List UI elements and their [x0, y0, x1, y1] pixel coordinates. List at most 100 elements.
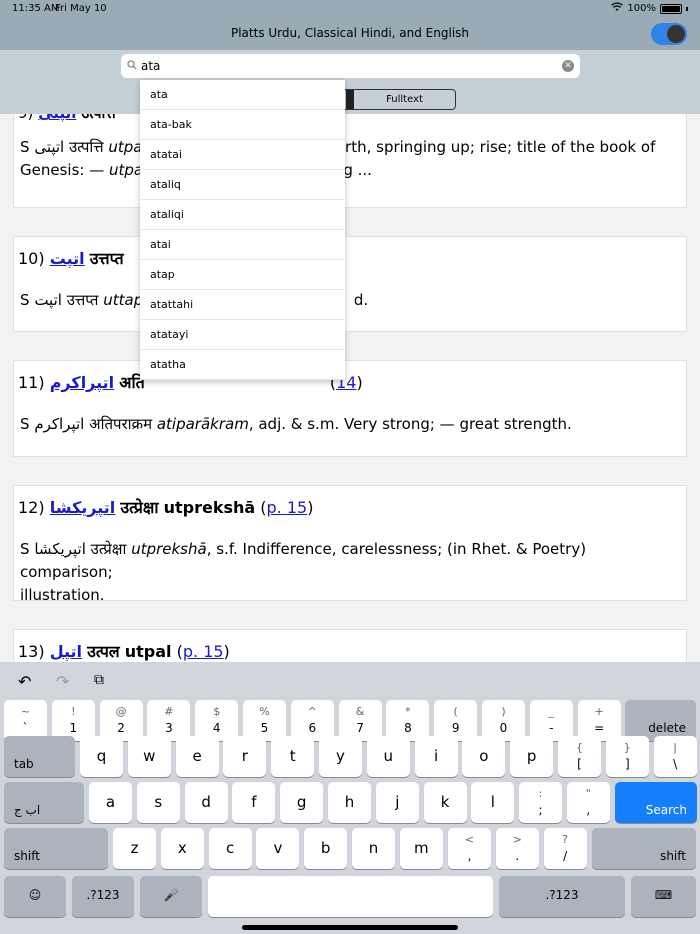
clear-icon[interactable]: ✕ — [562, 60, 574, 72]
emoji-icon: ☺ — [28, 888, 42, 902]
paste-icon[interactable]: ⧉ — [94, 672, 104, 688]
suggestion-item[interactable]: atattahi — [140, 290, 345, 320]
language-label: اب ج — [14, 803, 41, 817]
key-z[interactable]: z — [113, 828, 156, 869]
key-x[interactable]: x — [160, 828, 204, 869]
key-m[interactable]: m — [399, 828, 443, 869]
key-label: z — [130, 839, 139, 857]
key-o[interactable]: o — [462, 736, 506, 777]
app-title: Platts Urdu, Classical Hindi, and Englis… — [230, 26, 470, 40]
key-c[interactable]: c — [208, 828, 252, 869]
key-shift-label: # — [164, 705, 174, 718]
segment-fulltext[interactable]: Fulltext — [354, 90, 455, 109]
key-a[interactable]: a — [89, 782, 132, 823]
suggestion-item[interactable]: ataliqi — [140, 200, 345, 230]
key-\[interactable]: | \ — [653, 736, 697, 777]
key-h[interactable]: h — [328, 782, 371, 823]
key-sym4-0[interactable]: <, — [448, 828, 491, 869]
numbers-key-right[interactable]: .?123 — [499, 876, 625, 917]
search-field[interactable]: ✕ — [121, 54, 580, 78]
key-n[interactable]: n — [352, 828, 395, 869]
suggestion-item[interactable]: ata-bak — [140, 110, 345, 140]
key-q[interactable]: q — [80, 736, 123, 777]
key-label: g — [296, 793, 307, 811]
key-0[interactable]: ) 0 — [482, 700, 525, 741]
key-=[interactable]: + = — [577, 700, 621, 741]
suggestion-item[interactable]: ataliq — [140, 170, 345, 200]
key-4[interactable]: $4 — [195, 700, 239, 741]
shift-right-key[interactable]: shift — [592, 828, 696, 869]
key-u[interactable]: u — [366, 736, 410, 777]
emoji-key[interactable]: ☺ — [4, 876, 66, 917]
shift-label: shift — [660, 849, 686, 863]
search-input[interactable] — [141, 57, 541, 75]
tab-label: tab — [14, 757, 34, 771]
page-link[interactable]: p. 15 — [183, 642, 224, 661]
key-sym-0[interactable]: :; — [519, 782, 562, 823]
key-sym-1[interactable]: ", — [566, 782, 610, 823]
key-1[interactable]: ! 1 — [51, 700, 95, 741]
key-f[interactable]: f — [232, 782, 276, 823]
key-l[interactable]: l — [471, 782, 515, 823]
key-2[interactable]: @2 — [99, 700, 143, 741]
key-`[interactable]: ~ ` — [4, 700, 47, 741]
key-label: a — [105, 793, 116, 811]
key-3[interactable]: #3 — [147, 700, 191, 741]
shift-left-key[interactable]: shift — [4, 828, 108, 869]
entry-urdu-link[interactable]: اتپل — [50, 642, 82, 661]
suggestion-item[interactable]: atatayi — [140, 320, 345, 350]
key-shift-label: } — [623, 741, 631, 754]
key-label: n — [368, 839, 379, 857]
suggestion-item[interactable]: ata — [140, 80, 345, 110]
key-label: j — [395, 793, 400, 811]
entry-urdu-link[interactable]: اتپریکشا — [50, 498, 116, 517]
key-p[interactable]: p — [510, 736, 554, 777]
key-shift-label: ( — [453, 705, 458, 718]
toggle-switch[interactable] — [651, 23, 687, 45]
page-link[interactable]: p. 15 — [267, 498, 308, 517]
key-e[interactable]: e — [175, 736, 219, 777]
key-y[interactable]: y — [319, 736, 362, 777]
search-key[interactable]: Search — [615, 782, 697, 823]
suggestion-item[interactable]: atap — [140, 260, 345, 290]
key-6[interactable]: ^ 6 — [290, 700, 334, 741]
tab-key[interactable]: tab — [4, 736, 75, 777]
key-s[interactable]: s — [136, 782, 180, 823]
key-sym4-2[interactable]: ? / — [543, 828, 587, 869]
key-j[interactable]: j — [375, 782, 419, 823]
key-g[interactable]: g — [280, 782, 324, 823]
suggestion-item[interactable]: atai — [140, 230, 345, 260]
entry-urdu-link[interactable]: اتپراکرم — [50, 373, 114, 392]
key-i[interactable]: i — [414, 736, 458, 777]
segment-selected-indicator — [346, 90, 354, 109]
delete-key[interactable]: delete — [625, 700, 696, 741]
language-key[interactable]: اب ج — [4, 782, 84, 823]
key-5[interactable]: % 5 — [243, 700, 286, 741]
dictation-key[interactable]: 🎤 — [140, 876, 202, 917]
key-d[interactable]: d — [184, 782, 228, 823]
key-w[interactable]: w — [127, 736, 171, 777]
key-t[interactable]: t — [271, 736, 315, 777]
entry-urdu-link[interactable]: اتپتی — [38, 114, 76, 122]
suggestion-item[interactable]: atatha — [140, 350, 345, 380]
key-label: 8 — [404, 721, 412, 735]
redo-icon[interactable]: ↷ — [56, 672, 69, 691]
key-7[interactable]: & 7 — [338, 700, 382, 741]
key-][interactable]: }] — [605, 736, 649, 777]
key--[interactable]: _ - — [529, 700, 573, 741]
undo-icon[interactable]: ↶ — [18, 672, 31, 691]
key-sym4-1[interactable]: >. — [495, 828, 539, 869]
entry-urdu-link[interactable]: اتپت — [50, 249, 85, 268]
numbers-key[interactable]: .?123 — [72, 876, 134, 917]
key-9[interactable]: (9 — [434, 700, 478, 741]
hide-keyboard-key[interactable]: ⌨ — [631, 876, 696, 917]
suggestion-item[interactable]: atatai — [140, 140, 345, 170]
key-r[interactable]: r — [223, 736, 267, 777]
key-b[interactable]: b — [304, 828, 348, 869]
key-k[interactable]: k — [423, 782, 467, 823]
space-key[interactable] — [208, 876, 493, 917]
key-label: b — [320, 839, 331, 857]
key-[[interactable]: {[ — [558, 736, 601, 777]
key-v[interactable]: v — [256, 828, 300, 869]
key-8[interactable]: * 8 — [386, 700, 430, 741]
